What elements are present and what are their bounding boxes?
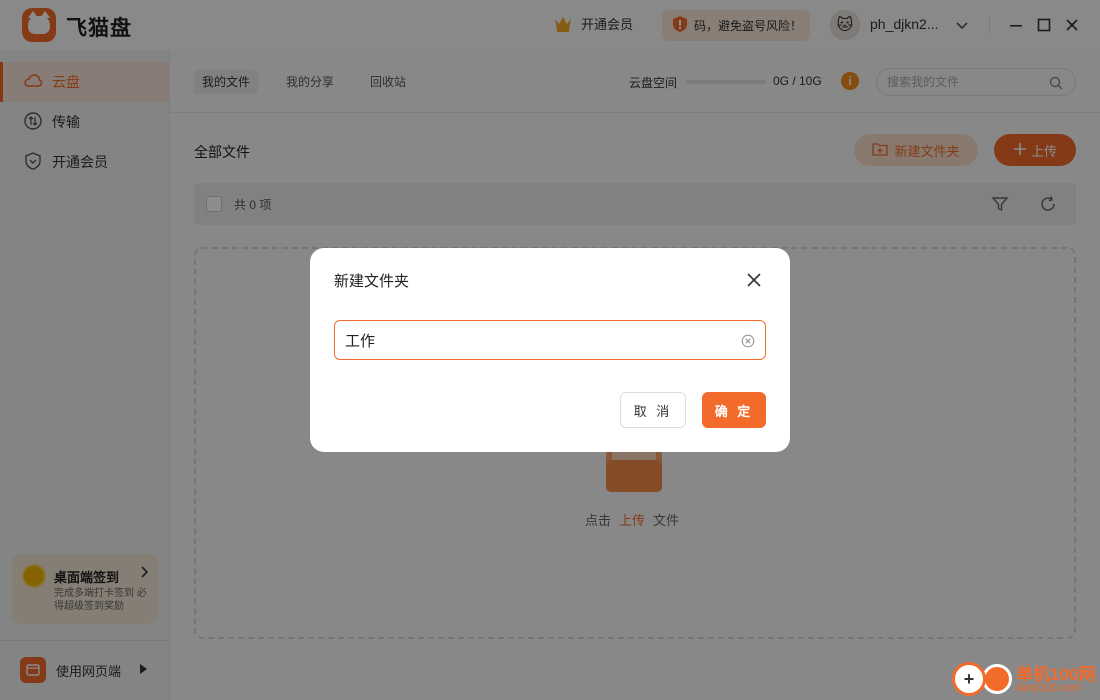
folder-name-input[interactable] <box>345 321 725 359</box>
new-folder-dialog: 新建文件夹 取 消 确 定 <box>310 248 790 452</box>
watermark-plus-icon: + <box>952 662 986 696</box>
watermark-circle-icon <box>982 664 1012 694</box>
folder-name-field <box>334 320 766 360</box>
cancel-button[interactable]: 取 消 <box>620 392 686 428</box>
close-icon[interactable] <box>744 270 764 290</box>
dialog-title: 新建文件夹 <box>334 273 410 290</box>
watermark-url: danji100.com <box>1016 682 1082 694</box>
clear-input-icon[interactable] <box>741 334 755 353</box>
confirm-button[interactable]: 确 定 <box>702 392 766 428</box>
site-watermark: + 单机100网 danji100.com <box>952 658 1100 700</box>
